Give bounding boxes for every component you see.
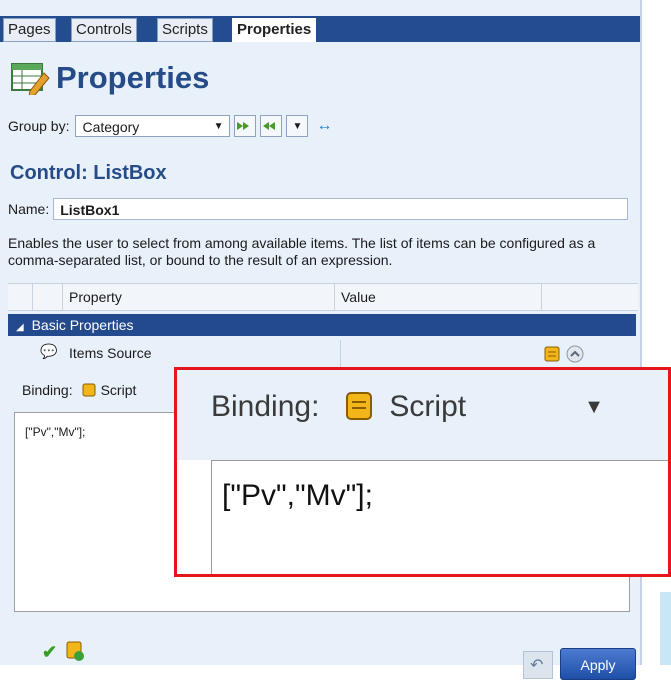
apply-button[interactable]: Apply	[560, 648, 636, 680]
binding-label: Binding:	[22, 382, 73, 398]
page-title-text: Properties	[56, 60, 210, 95]
grid-header-spacer-2	[32, 284, 57, 310]
zoom-script-editor: ["Pv","Mv"];	[211, 460, 668, 574]
script-test-icon[interactable]	[64, 640, 86, 662]
property-label: Items Source	[69, 345, 152, 361]
grid-header-value[interactable]: Value	[334, 284, 541, 310]
properties-table-icon	[11, 63, 50, 95]
page-title: Properties	[10, 58, 209, 98]
script-code: ["Pv","Mv"];	[25, 425, 86, 439]
name-label: Name:	[8, 201, 50, 217]
group-by-select[interactable]: Category ▼	[75, 115, 231, 137]
info-bubble-icon: 💬	[40, 343, 58, 359]
resize-arrows-icon[interactable]: ↔	[316, 117, 332, 135]
collapse-triangle-icon: ◢	[16, 322, 24, 333]
binding-type[interactable]: Script	[101, 382, 137, 398]
collapse-up-icon[interactable]	[566, 345, 584, 363]
category-label: Basic Properties	[31, 317, 134, 333]
zoom-binding-label: Binding:	[211, 390, 320, 423]
grid-header-spacer-3	[541, 284, 597, 310]
control-title: Control: ListBox	[10, 162, 167, 184]
zoom-binding-row: Binding: Script ▼	[211, 390, 604, 424]
validate-check-icon[interactable]: ✔	[42, 642, 57, 663]
grid-header-spacer	[8, 284, 32, 310]
chevron-down-icon: ▼	[584, 395, 604, 418]
dropdown-icon: ▼	[292, 120, 303, 132]
property-row-items-source[interactable]: 💬 Items Source	[34, 340, 634, 368]
zoom-callout: Binding: Script ▼ ["Pv","Mv"];	[174, 367, 671, 577]
collapse-all-button[interactable]	[260, 115, 283, 137]
group-by-toolbar: Group by: Category ▼ ▼ ↔	[8, 113, 332, 139]
tab-scripts[interactable]: Scripts	[157, 18, 213, 42]
undo-icon: ↶	[530, 657, 544, 674]
script-scroll-icon[interactable]	[542, 344, 562, 364]
name-row: Name: ListBox1	[8, 198, 629, 220]
binding-row: Binding: Script	[22, 382, 136, 398]
tab-properties[interactable]: Properties	[232, 18, 317, 42]
tab-pages[interactable]: Pages	[3, 18, 56, 42]
collapse-all-icon	[263, 122, 276, 130]
zoom-binding-type: Script	[389, 390, 467, 423]
grid-header-property[interactable]: Property	[62, 284, 341, 310]
expand-all-icon	[237, 122, 250, 130]
options-dropdown-button[interactable]: ▼	[286, 115, 309, 137]
tab-bar: Pages Controls Scripts Properties	[0, 16, 640, 42]
script-scroll-icon	[82, 383, 96, 397]
expand-all-button[interactable]	[234, 115, 257, 137]
script-scroll-icon	[346, 392, 373, 420]
undo-button[interactable]: ↶	[523, 651, 553, 679]
background-panel-edge	[660, 592, 671, 665]
column-divider	[340, 340, 341, 368]
category-row[interactable]: ◢ Basic Properties	[8, 314, 636, 336]
tab-controls[interactable]: Controls	[71, 18, 137, 42]
chevron-down-icon: ▼	[213, 121, 224, 132]
control-description: Enables the user to select from among av…	[8, 235, 596, 268]
name-field[interactable]: ListBox1	[53, 198, 629, 220]
grid-header: Property Value	[8, 283, 638, 311]
group-by-label: Group by:	[8, 118, 70, 134]
group-by-value: Category	[82, 119, 140, 135]
zoom-script-code: ["Pv","Mv"];	[222, 479, 373, 512]
